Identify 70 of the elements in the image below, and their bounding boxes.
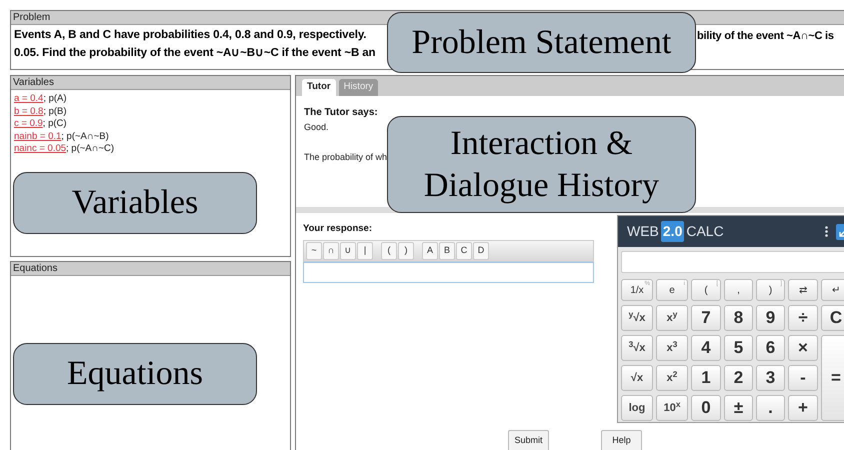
calculator-key[interactable]: 9: [756, 305, 785, 331]
variable-link[interactable]: c = 0.9: [14, 118, 43, 130]
symbol-button[interactable]: ∩: [323, 242, 339, 260]
variable-link[interactable]: a = 0.4: [14, 93, 44, 106]
variable-link[interactable]: b = 0.8: [14, 106, 44, 118]
callout-label: Problem Statement: [387, 12, 696, 73]
callout-label: Variables: [13, 172, 257, 234]
calculator-key[interactable]: x$^{3}$: [656, 335, 688, 361]
brand-text: WEB: [627, 222, 659, 241]
response-input[interactable]: [303, 262, 594, 283]
variable-description: ; p(B): [43, 106, 67, 118]
calculator-key[interactable]: $^{y}$√x: [621, 305, 653, 331]
tab[interactable]: Tutor: [302, 79, 336, 96]
panel-header: Variables: [11, 76, 290, 90]
menu-icon[interactable]: [825, 226, 828, 237]
calculator-key[interactable]: √x: [621, 365, 653, 391]
calculator-key[interactable]: .: [756, 395, 785, 421]
calculator-key[interactable]: ±: [724, 395, 753, 421]
calculator-key[interactable]: ↵: [821, 279, 844, 301]
variable-description: ; p(A): [43, 93, 67, 106]
problem-text: 0.05. Find the probability of the event ~A∪~B∪~C if the event ~B an: [14, 46, 376, 62]
dialogue-text: The probability of wh: [304, 150, 388, 164]
panel-header: Equations: [11, 262, 290, 276]
problem-text: Events A, B and C have probabilities 0.4, 0.8 and 0.9, respectively.: [14, 28, 368, 44]
brand-badge: 2.0: [660, 221, 684, 242]
calculator-key[interactable]: x$^{2}$: [656, 365, 688, 391]
calculator-key[interactable]: 1: [691, 365, 721, 391]
symbol-button[interactable]: A: [422, 242, 438, 260]
calculator-key[interactable]: 7: [691, 305, 721, 331]
calculator-key[interactable]: log: [621, 395, 653, 421]
callout-label: Interaction & Dialogue History: [387, 116, 696, 213]
symbol-button[interactable]: ): [398, 242, 414, 260]
form-button[interactable]: Submit: [508, 430, 549, 450]
calculator-key[interactable]: 5: [724, 335, 753, 361]
callout-label: Equations: [13, 343, 257, 405]
calculator-key[interactable]: $^{3}$√x: [621, 335, 653, 361]
symbol-button[interactable]: ~: [306, 242, 322, 260]
brand-text: CALC: [686, 222, 724, 241]
symbol-button[interactable]: ∪: [340, 242, 356, 260]
calculator-key[interactable]: ÷: [788, 305, 818, 331]
dialogue-heading: The Tutor says:: [304, 106, 378, 120]
calculator-key[interactable]: 2: [724, 365, 753, 391]
response-label: Your response:: [303, 222, 372, 236]
calculator-key[interactable]: ×: [788, 335, 818, 361]
variable-link[interactable]: nainc = 0.05: [14, 143, 66, 156]
calculator-key[interactable]: 4: [691, 335, 721, 361]
calculator-key[interactable]: ,: [724, 279, 753, 301]
problem-text: bility of the event ~A∩~C is: [697, 28, 834, 44]
calculator-key[interactable]: +: [788, 395, 818, 421]
variable-description: ; p(~A∩~B): [61, 130, 109, 143]
calculator-key[interactable]: 6: [756, 335, 785, 361]
calculator-key[interactable]: -: [788, 365, 818, 391]
symbol-button[interactable]: B: [439, 242, 455, 260]
calculator-key[interactable]: 0: [691, 395, 721, 421]
calculator-key[interactable]: x$^{y}$: [656, 305, 688, 331]
symbol-button[interactable]: (: [381, 242, 397, 260]
calculator-key[interactable]: 10$^{x}$: [656, 395, 688, 421]
calculator-key[interactable]: ⇄: [788, 279, 818, 301]
variable-link[interactable]: nainb = 0.1: [14, 130, 62, 143]
symbol-button[interactable]: |: [357, 242, 373, 260]
calculator-key[interactable]: 8: [724, 305, 753, 331]
calculator-key[interactable]: C: [821, 305, 844, 331]
symbol-button[interactable]: C: [456, 242, 472, 260]
form-button[interactable]: Help: [601, 430, 642, 450]
dialogue-text: Good.: [304, 121, 330, 134]
variable-description: ; p(C): [42, 118, 67, 130]
calculator-key[interactable]: 3: [756, 365, 785, 391]
symbol-button[interactable]: D: [473, 242, 489, 260]
calculator-key[interactable]: =: [821, 335, 844, 421]
variable-description: ; p(~A∩~C): [66, 143, 114, 156]
